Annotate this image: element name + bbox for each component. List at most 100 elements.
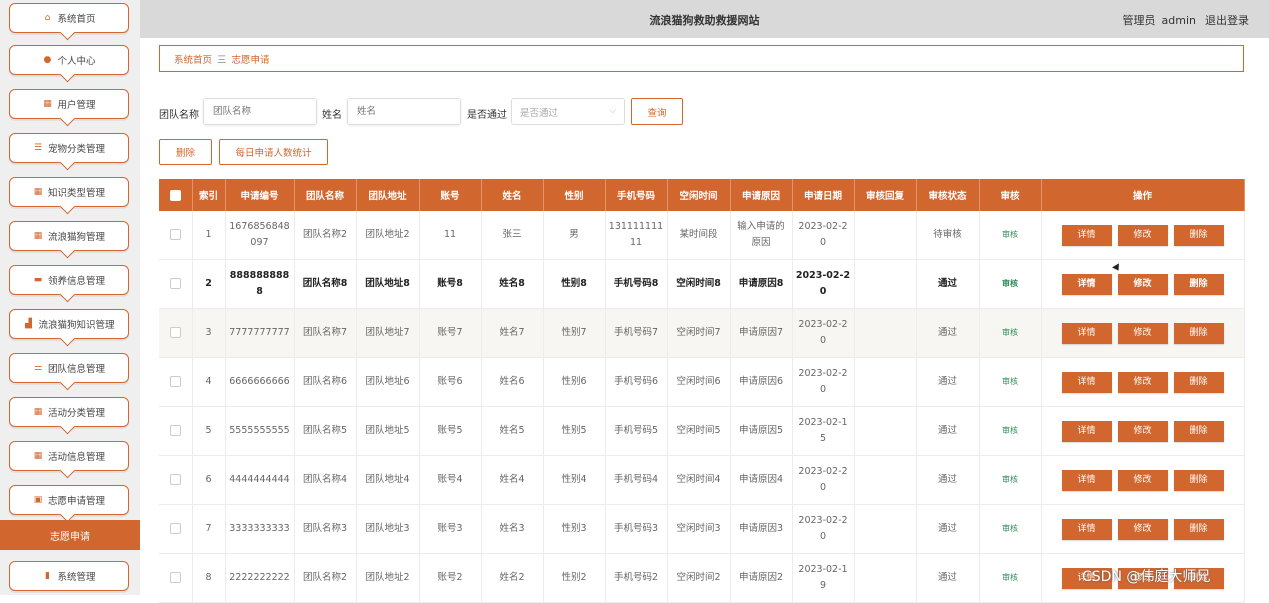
cell-name: 姓名8 [481, 259, 544, 309]
sidebar-item-label: 团队信息管理 [47, 364, 105, 375]
sidebar-item-label: 个人中心 [57, 56, 96, 67]
row-select-cell [159, 211, 193, 260]
audit-link[interactable]: 审核 [1002, 328, 1018, 337]
delete-row-button[interactable]: 删除 [1173, 469, 1224, 491]
team-name-input[interactable] [203, 98, 317, 125]
sidebar-item-label: 系统管理 [57, 572, 96, 583]
sidebar-item-4[interactable]: ▦ 知识类型管理 [9, 177, 129, 215]
audit-link[interactable]: 审核 [1002, 279, 1018, 288]
sidebar-item-1[interactable]: ● 个人中心 [9, 45, 129, 83]
column-header: 审核状态 [916, 179, 980, 211]
cell-date: 2023-02-20 [792, 259, 855, 309]
cell-reply [854, 259, 917, 309]
sidebar-item-0[interactable]: ⌂ 系统首页 [9, 3, 129, 41]
cell-phone: 手机号码5 [605, 406, 668, 456]
query-button[interactable]: 查询 [631, 98, 683, 125]
row-checkbox[interactable] [169, 474, 181, 485]
detail-button[interactable]: 详情 [1061, 518, 1112, 540]
row-select-cell [159, 553, 193, 603]
sidebar-item-6[interactable]: ▬ 领养信息管理 [9, 265, 129, 303]
cell-phone: 手机号码4 [605, 455, 668, 505]
sidebar-item-9[interactable]: ▦ 活动分类管理 [9, 397, 129, 435]
grid-icon: ▦ [33, 407, 43, 417]
breadcrumb-home[interactable]: 系统首页 [174, 52, 212, 66]
cell-audit: 审核 [979, 504, 1042, 554]
edit-button[interactable]: 修改 [1117, 322, 1168, 344]
cell-gender: 性别4 [543, 455, 606, 505]
chart-icon: ▟ [25, 319, 32, 329]
row-select-cell [159, 406, 193, 456]
detail-button[interactable]: 详情 [1061, 322, 1112, 344]
edit-button[interactable]: 修改 [1117, 420, 1168, 442]
tooltip-notch [59, 286, 76, 303]
cell-status: 通过 [916, 406, 980, 456]
cell-reply [854, 308, 917, 358]
sidebar-item-system[interactable]: ▮ 系统管理 [9, 561, 129, 591]
cell-operations: 详情 修改 删除 [1041, 455, 1245, 505]
audit-link[interactable]: 审核 [1002, 524, 1018, 533]
row-checkbox[interactable] [169, 425, 181, 436]
sidebar-item-5[interactable]: ▦ 流浪猫狗管理 [9, 221, 129, 259]
cell-reason: 申请原因3 [730, 504, 793, 554]
delete-row-button[interactable]: 删除 [1173, 322, 1224, 344]
cell-reason: 申请原因6 [730, 357, 793, 407]
row-select-cell [159, 504, 193, 554]
sidebar-subitem-volunteer-apply[interactable]: 志愿申请 [0, 520, 140, 550]
sidebar-item-2[interactable]: ▦ 用户管理 [9, 89, 129, 127]
cell-no: 1676856848097 [225, 211, 295, 260]
row-checkbox[interactable] [169, 523, 181, 534]
edit-button[interactable]: 修改 [1117, 371, 1168, 393]
detail-button[interactable]: 详情 [1061, 469, 1112, 491]
audit-link[interactable]: 审核 [1002, 573, 1018, 582]
audit-link[interactable]: 审核 [1002, 230, 1018, 239]
delete-row-button[interactable]: 删除 [1173, 371, 1224, 393]
sidebar-item-10[interactable]: ▦ 活动信息管理 [9, 441, 129, 479]
row-checkbox[interactable] [169, 229, 181, 240]
audit-link[interactable]: 审核 [1002, 475, 1018, 484]
sidebar-item-label: 知识类型管理 [47, 188, 105, 199]
detail-button[interactable]: 详情 [1061, 420, 1112, 442]
audit-link[interactable]: 审核 [1002, 426, 1018, 435]
sidebar-item-8[interactable]: ⚌ 团队信息管理 [9, 353, 129, 391]
sidebar-item-label: 流浪猫狗管理 [47, 232, 105, 243]
list-icon: ☰ [33, 143, 43, 153]
delete-row-button[interactable]: 删除 [1173, 420, 1224, 442]
row-checkbox[interactable] [169, 376, 181, 387]
sidebar-item-label: 活动分类管理 [47, 408, 105, 419]
sidebar-item-7[interactable]: ▟ 流浪猫狗知识管理 [9, 309, 129, 347]
sidebar-item-11[interactable]: ▣ 志愿申请管理 [9, 485, 129, 523]
select-all-cell [159, 179, 193, 211]
batch-delete-button[interactable]: 删除 [159, 139, 212, 165]
pass-select[interactable]: 是否通过 ⌵ [511, 98, 625, 125]
cell-phone: 手机号码2 [605, 553, 668, 603]
daily-stats-button[interactable]: 每日申请人数统计 [219, 139, 328, 165]
name-input[interactable] [347, 98, 461, 125]
row-checkbox[interactable] [169, 278, 181, 289]
detail-button[interactable]: 详情 [1061, 273, 1112, 295]
cell-reason: 申请原因4 [730, 455, 793, 505]
detail-button[interactable]: 详情 [1061, 224, 1112, 246]
cell-date: 2023-02-20 [792, 504, 855, 554]
cell-date: 2023-02-19 [792, 553, 855, 603]
ticket-icon: ▬ [33, 275, 43, 285]
delete-row-button[interactable]: 删除 [1173, 518, 1224, 540]
edit-button[interactable]: 修改 [1117, 273, 1168, 295]
select-all-checkbox[interactable] [169, 189, 181, 201]
row-checkbox[interactable] [169, 327, 181, 338]
row-checkbox[interactable] [169, 572, 181, 583]
logout-link[interactable]: 退出登录 [1205, 14, 1249, 27]
edit-button[interactable]: 修改 [1117, 518, 1168, 540]
edit-button[interactable]: 修改 [1117, 469, 1168, 491]
table-row: 4 6666666666 团队名称6 团队地址6 账号6 姓名6 性别6 手机号码6 空闲时间6… [159, 357, 1245, 407]
delete-row-button[interactable]: 删除 [1173, 273, 1224, 295]
csdn-watermark: CSDN @伟庭大师兄 [1082, 569, 1211, 585]
detail-button[interactable]: 详情 [1061, 371, 1112, 393]
cell-status: 通过 [916, 259, 980, 309]
delete-row-button[interactable]: 删除 [1173, 224, 1224, 246]
cell-no: 3333333333 [225, 504, 295, 554]
sidebar-item-3[interactable]: ☰ 宠物分类管理 [9, 133, 129, 171]
cell-audit: 审核 [979, 211, 1042, 260]
audit-link[interactable]: 审核 [1002, 377, 1018, 386]
cell-name: 姓名5 [481, 406, 544, 456]
edit-button[interactable]: 修改 [1117, 224, 1168, 246]
